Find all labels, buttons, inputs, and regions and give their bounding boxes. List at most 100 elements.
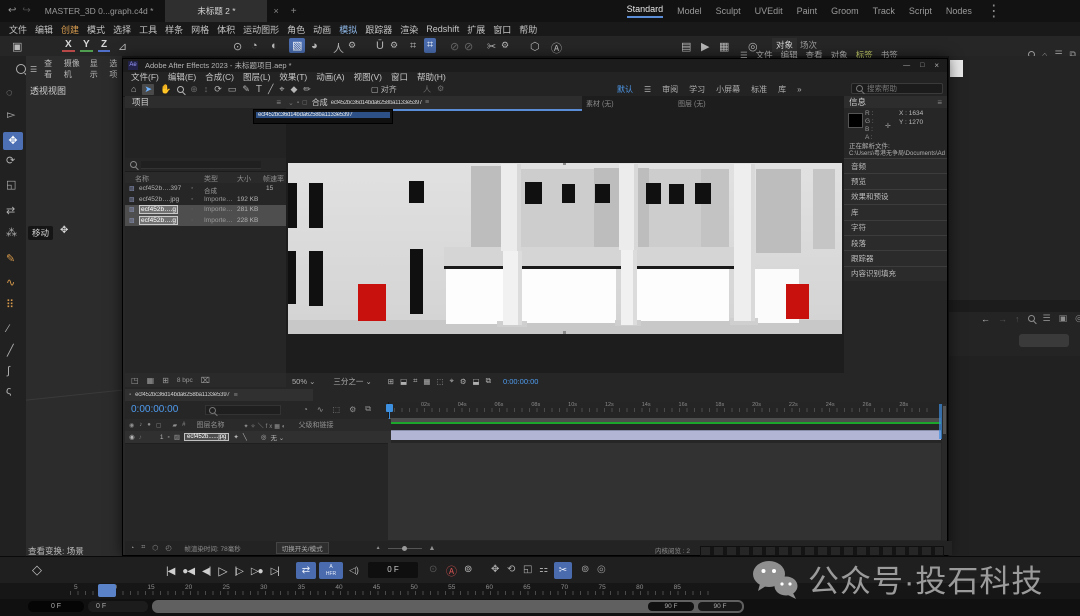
object-mode-icon[interactable]: ▧	[289, 38, 305, 53]
info-panel-menu-icon[interactable]: ≡	[937, 98, 942, 107]
collapsed-panel-header[interactable]: 音频	[844, 158, 947, 173]
ae-close-button[interactable]: ×	[934, 61, 939, 70]
timeline-search-box[interactable]	[205, 405, 281, 415]
viewport-menu-camera[interactable]: 摄像机	[64, 58, 83, 80]
menu-item[interactable]: 网格	[190, 23, 210, 36]
exposure-icon[interactable]: ⚙	[460, 377, 467, 386]
zoom-in-mountain-icon[interactable]: ▲	[429, 545, 436, 552]
timeline-vscrollbar[interactable]	[942, 404, 947, 540]
c4d-viewport[interactable]: ☰ 查看 摄像机 显示 选项 透视视图 移动 ✥ 查看变换: 场景	[26, 56, 122, 556]
timeline-zoom-slider[interactable]	[388, 548, 422, 549]
menu-item[interactable]: 跟踪器	[364, 23, 393, 36]
zoom-level-dropdown[interactable]: 50% ⌄	[292, 377, 315, 386]
record-button[interactable]: ⊙	[429, 564, 437, 575]
menu-item[interactable]: 工具	[138, 23, 158, 36]
render-view-icon[interactable]: ▤	[681, 40, 691, 53]
tab-close-icon[interactable]: ×	[273, 6, 278, 16]
live-selection-icon[interactable]: ◌	[6, 88, 13, 99]
pen-tool-icon[interactable]: ✎	[6, 254, 15, 265]
workspace-more[interactable]: »	[797, 85, 801, 94]
trash-icon[interactable]: ⌧	[201, 376, 210, 385]
frame-playhead[interactable]	[98, 584, 116, 597]
goto-end-button[interactable]: ▷|	[271, 566, 279, 577]
project-item-row[interactable]: ▨ ecf452b….jpg ▪ Importe… 192 KB	[125, 195, 286, 206]
expand-transform-icon[interactable]: ◔	[130, 545, 134, 552]
texture-mode-icon[interactable]: ◔	[251, 40, 258, 52]
select-tool-icon[interactable]: ▻	[7, 110, 15, 121]
spline-tool-icon[interactable]: ∫	[7, 366, 10, 377]
workplane-mode-icon[interactable]: ◐	[271, 40, 278, 52]
workspace-tab[interactable]: Model	[677, 6, 702, 16]
record-rotation-toggle[interactable]: ⟲	[507, 564, 515, 575]
workspace-default[interactable]: 默认	[617, 84, 633, 95]
new-folder-icon[interactable]: ▦	[147, 376, 155, 385]
mask-toggle-icon[interactable]: ⌗	[413, 376, 417, 386]
parent-pickwhip-icon[interactable]: ◎	[261, 433, 267, 441]
workspace-tab[interactable]: Paint	[797, 6, 818, 16]
workspace-small-screen[interactable]: 小屏幕	[716, 84, 740, 95]
range-start2-field[interactable]: 0 F	[88, 601, 148, 612]
composition-canvas[interactable]	[288, 163, 842, 334]
ae-minimize-button[interactable]: —	[903, 62, 910, 69]
side-panel-list[interactable]: 音频预览效果和预设库字符段落跟踪器内容识别填充	[844, 158, 947, 281]
coordinate-system-icon[interactable]: ⊿	[118, 40, 127, 53]
next-key-button[interactable]: ▷●	[251, 566, 263, 577]
viewer-timecode[interactable]: 0:00:00:00	[503, 377, 538, 386]
project-search-row[interactable]	[125, 158, 286, 172]
c4d-workspace-tabs[interactable]: StandardModelSculptUVEditPaintGroomTrack…	[627, 4, 972, 18]
undo-icon[interactable]: ↩	[8, 6, 16, 16]
axis-x-toggle[interactable]: X	[62, 39, 75, 52]
zoom-out-mountain-icon[interactable]: ▲	[376, 545, 381, 551]
col-type[interactable]: 类型	[204, 174, 218, 184]
label-swatch[interactable]: ▪	[191, 196, 193, 203]
motion-blur-icon[interactable]: ⧉	[365, 404, 371, 414]
hexagon-tool-icon[interactable]: ⬡	[530, 40, 540, 53]
magnet-icon[interactable]: Ū	[376, 40, 384, 52]
menu-item[interactable]: 扩展	[466, 23, 486, 36]
track-area[interactable]	[388, 443, 941, 540]
redo-icon[interactable]: ↪	[22, 6, 30, 16]
toggle-switches-button[interactable]: 切换开关/模式	[276, 542, 329, 554]
workspace-tab[interactable]: Groom	[831, 6, 859, 16]
comp-name-dropdown-item[interactable]: ecf452bc36d14bda6258ba1133e5397	[256, 112, 390, 118]
project-item-list[interactable]: ▨ ecf452b….397 ▪ 合成 15 ▨ ecf452b….jpg ▪ …	[125, 184, 286, 226]
collapsed-panel-header[interactable]: 效果和预设	[844, 189, 947, 204]
axis-z-toggle[interactable]: Z	[98, 39, 110, 52]
workspace-menu-icon[interactable]: ⋮	[986, 1, 1002, 21]
layer-switch-2[interactable]: ╲	[243, 433, 247, 441]
viewport-menu-icon[interactable]: ☰	[30, 65, 37, 74]
menu-item[interactable]: 模拟	[338, 23, 358, 36]
transfer-tool-icon[interactable]: ⇄	[6, 206, 15, 217]
expand-modes-icon[interactable]: ⌗	[141, 544, 145, 552]
hand-tool-icon[interactable]: ✋	[160, 84, 171, 95]
record-scale-toggle[interactable]: ◱	[523, 564, 532, 575]
label-swatch[interactable]: ▪	[191, 206, 193, 213]
preview-range-slider[interactable]: 90 F 90 F	[152, 600, 744, 613]
snap-checkbox[interactable]: ▢ 对齐	[371, 84, 397, 95]
project-search-input[interactable]	[141, 161, 261, 169]
scissors-icon[interactable]: ✂	[487, 40, 496, 53]
col-name[interactable]: 名称	[135, 174, 149, 184]
timeline-panel-menu-icon[interactable]: ≡	[234, 392, 238, 399]
collapsed-panel-header[interactable]: 内容识别填充	[844, 266, 947, 281]
info-panel[interactable]: 信息 ≡ R : G : B : A : X : 1634 Y : 1270 ✛…	[844, 96, 947, 389]
next-frame-button[interactable]: |▷	[235, 566, 243, 577]
record-param-toggle[interactable]: ⚏	[539, 564, 548, 575]
ae-window[interactable]: Ae Adobe After Effects 2023 - 未标题项目.aep …	[122, 58, 948, 556]
layer-audio-toggle[interactable]: ♪	[139, 434, 142, 441]
pen-tool-ae-icon[interactable]: ✎	[242, 84, 250, 95]
pixel-aspect-icon[interactable]: ⌖	[450, 376, 454, 386]
attr-up-icon[interactable]: ↑	[1015, 314, 1020, 324]
menu-item[interactable]: 选择	[112, 23, 132, 36]
current-frame-field[interactable]: 0 F	[368, 562, 418, 578]
loop-playback-button[interactable]: ⇄	[296, 562, 316, 579]
keyframe-selection-button[interactable]: ⊚	[464, 564, 472, 575]
project-item-row[interactable]: ▨ ecf452b….g ▪ Importe… 281 KB	[125, 205, 286, 216]
workspace-libraries[interactable]: 库	[778, 84, 786, 95]
magnet-settings-icon[interactable]: ⚙	[390, 40, 398, 51]
motion-clip-button[interactable]: ◎	[597, 564, 606, 575]
footage-tab[interactable]: 素材 (无)	[586, 99, 614, 109]
menu-item[interactable]: 体积	[216, 23, 236, 36]
attr-search-icon[interactable]	[1028, 315, 1035, 322]
menu-item[interactable]: Redshift	[425, 24, 460, 34]
